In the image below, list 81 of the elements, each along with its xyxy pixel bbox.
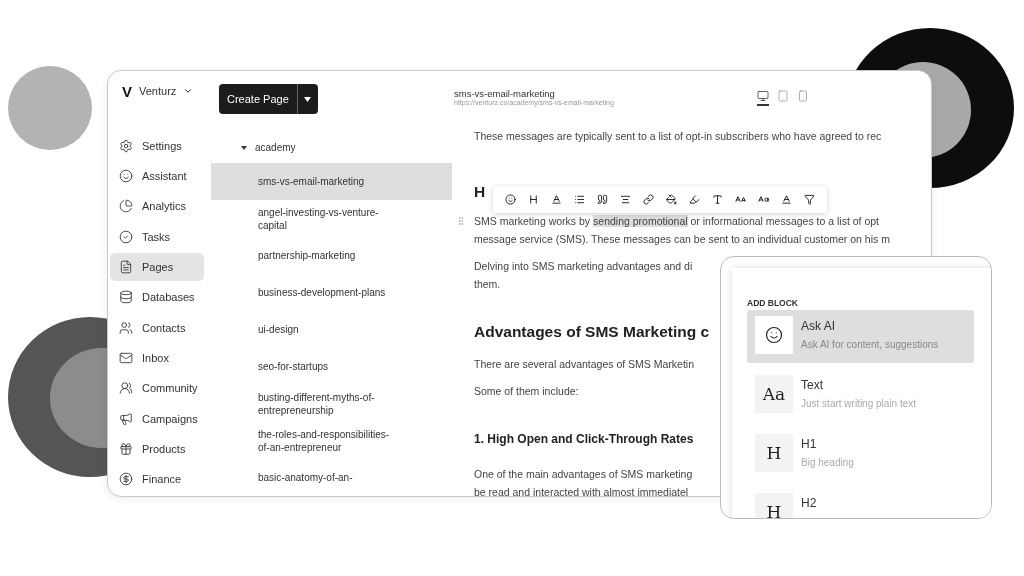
sidebar-item[interactable]: Products [110,435,204,463]
sidebar-item[interactable]: Tasks [110,222,204,251]
sidebar-item[interactable]: Analytics [110,192,204,221]
align-center-icon[interactable] [620,194,631,205]
block-icon: H [755,434,793,472]
option-title: H2 [801,496,817,510]
sidebar-item[interactable]: Pages [110,253,204,281]
paragraph: Some of them include: [474,384,579,399]
page-item[interactable]: busting-different-myths-of-entrepreneurship [211,385,452,423]
sidebar-item[interactable]: Databases [110,283,204,312]
check-circle-icon [119,229,133,244]
paragraph: These messages are typically sent to a list of opt-in subscribers who have agreed to rec [474,129,882,144]
list-icon[interactable] [574,194,585,205]
option-description: Big heading [801,457,854,468]
paragraph: SMS marketing works by sending promotional or informational messages to a list of opt message service (SMS). These messages can be sent to an individual customer on his m [474,214,890,247]
paragraph: There are several advantages of SMS Marketin [474,357,695,372]
option-title: Text [801,378,823,392]
block-icon: H [755,493,793,518]
heading-icon[interactable] [528,194,539,205]
sidebar-item[interactable]: Finance [110,465,204,494]
page-item[interactable]: ui-design [211,311,452,349]
paint-bucket-icon[interactable] [666,194,677,205]
settings-icon [119,138,133,153]
database-icon [119,290,133,305]
quote-icon[interactable] [597,194,608,205]
folder-item[interactable]: academy [211,136,296,160]
people-icon [119,320,133,335]
page-item[interactable]: seo-for-startups [211,348,452,386]
page-item[interactable]: angel-investing-vs-venture-capital [211,200,452,238]
page-item[interactable]: partnership-marketing [211,237,452,275]
smiley-icon [119,169,133,183]
dollar-icon [119,472,133,487]
paragraph: One of the main advantages of SMS marketing be read and interacted with almost immediatel [474,467,693,496]
text-color-icon[interactable] [551,194,562,205]
section-heading: H [474,182,486,202]
option-title: H1 [801,437,817,451]
filter-icon[interactable] [804,194,815,205]
highlighter-icon[interactable] [689,194,700,205]
block-option[interactable]: Aa Text Just start writing plain text [747,369,974,422]
page-item[interactable]: sms-vs-email-marketing [211,163,452,201]
block-icon: Aa [755,375,793,413]
paragraph: Delving into SMS marketing advantages and di them. [474,259,693,292]
section-heading: Advantages of SMS Marketing c [474,322,710,342]
block-option[interactable]: Ask AI Ask AI for content, suggestions [747,310,974,363]
desktop-view-button[interactable] [757,90,769,106]
text-case-icon[interactable] [758,194,769,205]
workspace-name: Venturz [139,85,177,98]
workspace-switcher[interactable]: V Venturz [110,81,194,102]
gift-icon [119,442,133,457]
block-option[interactable]: H H2 [747,487,974,518]
smiley-icon[interactable] [505,194,516,205]
page-item[interactable]: basic-anatomy-of-an- [211,459,452,496]
sidebar-item[interactable]: Contacts [110,313,204,342]
link-icon[interactable] [643,194,654,205]
caret-icon [304,96,312,102]
dropdown-button[interactable] [296,84,318,114]
document-icon [119,260,133,275]
create-page-button[interactable]: Create Page [219,84,297,114]
drag-handle-icon[interactable] [456,216,466,226]
group-icon [119,381,133,396]
envelope-icon [119,351,133,366]
option-description: Ask AI for content, suggestions [801,339,939,350]
sidebar-item[interactable]: Assistant [110,162,204,190]
popup-title: ADD BLOCK [747,298,798,308]
subheading: 1. High Open and Click-Through Rates [474,431,694,448]
option-description: Just start writing plain text [801,398,917,409]
sidebar-item[interactable]: Community [110,374,204,403]
sidebar-item[interactable]: Settings [110,131,204,160]
page-item[interactable]: business-development-plans [211,274,452,312]
font-icon[interactable] [712,194,723,205]
pie-chart-icon [119,199,133,214]
block-option[interactable]: H H1 Big heading [747,428,974,481]
sidebar-item[interactable]: Campaigns [110,405,204,433]
smiley-icon [765,326,783,344]
option-title: Ask AI [801,319,835,333]
font-size-icon[interactable] [735,194,746,205]
page-item[interactable]: the-roles-and-responsibilities-of-an-entrepreneur [211,422,452,460]
page-title: sms-vs-email-marketing [454,88,555,99]
logo: V [122,82,132,100]
megaphone-icon [119,411,133,426]
sidebar-item[interactable]: Inbox [110,344,204,372]
